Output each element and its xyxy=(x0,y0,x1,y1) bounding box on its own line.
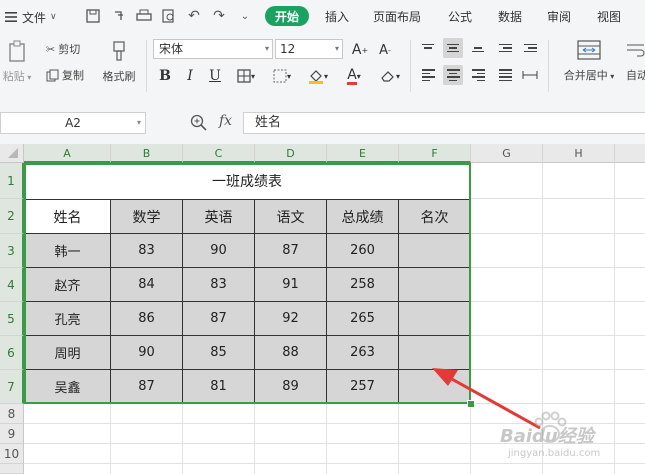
annotation-arrow xyxy=(432,368,541,430)
